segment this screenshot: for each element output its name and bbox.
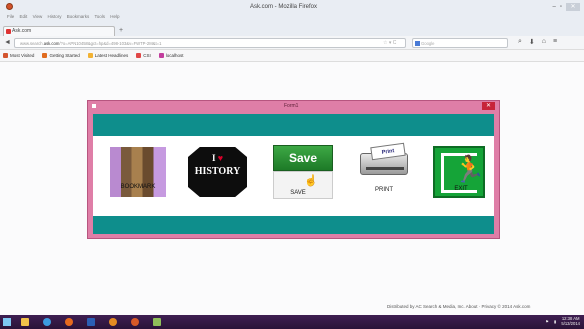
bookmark-button[interactable]: BOOKMARK: [110, 147, 166, 197]
toolbar-icons: ⌕ ⬇ ⌂ ≡: [518, 38, 557, 46]
bookmark-getting-started[interactable]: Getting Started: [42, 53, 80, 58]
tab-ask[interactable]: Ask.com: [3, 26, 115, 36]
windows-logo-icon: [3, 318, 11, 326]
bookmark-label: Getting Started: [49, 53, 80, 58]
teal-band-top: [93, 114, 494, 136]
flag-icon[interactable]: ⚑: [545, 319, 549, 324]
taskbar-firefox[interactable]: [58, 315, 80, 329]
exit-button[interactable]: 🏃 EXIT: [433, 146, 485, 198]
menu-bookmarks[interactable]: Bookmarks: [67, 14, 90, 19]
print-button-label: PRINT: [375, 187, 393, 193]
printer-slot: [366, 167, 404, 170]
new-tab-icon[interactable]: +: [117, 27, 125, 35]
word-icon: [87, 318, 95, 326]
menu-view[interactable]: View: [33, 14, 43, 19]
network-icon[interactable]: ▮: [554, 319, 556, 324]
history-i-text: I: [211, 153, 216, 163]
taskbar-firefox-2[interactable]: [124, 315, 146, 329]
window-title: Ask.com - Mozilla Firefox: [250, 4, 318, 10]
bookmark-label: CSI: [143, 53, 151, 58]
heart-icon: ♥: [217, 153, 224, 163]
bookmark-icon: [136, 53, 142, 58]
history-word: HISTORY: [194, 166, 241, 177]
firefox-icon: [131, 318, 139, 326]
minimize-icon[interactable]: –: [553, 4, 556, 10]
save-button[interactable]: Save ☝ SAVE: [273, 145, 333, 199]
menu-bar: File Edit View History Bookmarks Tools H…: [7, 14, 124, 19]
tab-strip: Ask.com +: [0, 22, 584, 36]
system-tray: ⚑ ▮ 12:38 AM 5/13/2014: [545, 316, 580, 326]
history-button[interactable]: I ♥ HISTORY: [188, 147, 247, 197]
menu-tools[interactable]: Tools: [94, 14, 105, 19]
clock-date: 5/13/2014: [561, 321, 580, 326]
teal-band-bottom: [93, 216, 494, 234]
home-icon[interactable]: ⌂: [542, 38, 546, 46]
menu-history[interactable]: History: [48, 14, 62, 19]
taskbar-ie[interactable]: [36, 315, 58, 329]
start-button[interactable]: [0, 315, 14, 329]
url-field[interactable]: www.search.ask.com/?o=APN10458&gct=hp&d=…: [14, 38, 406, 48]
save-button-label: SAVE: [290, 190, 306, 196]
form-icon: [92, 104, 96, 108]
folder-icon: [21, 318, 29, 326]
taskbar-app[interactable]: [146, 315, 168, 329]
close-window-icon[interactable]: ✕: [566, 3, 580, 11]
bookmark-icon: [158, 53, 164, 58]
bookmark-icon: [3, 53, 8, 58]
taskbar: ⚑ ▮ 12:38 AM 5/13/2014: [0, 315, 584, 329]
bookmark-label: localhost: [165, 53, 184, 58]
navigation-bar: ◄ www.search.ask.com/?o=APN10458&gct=hp&…: [0, 36, 584, 50]
search-field[interactable]: Google: [412, 38, 508, 48]
hand-cursor-icon: ☝: [304, 175, 318, 187]
taskbar-explorer[interactable]: [14, 315, 36, 329]
taskbar-word[interactable]: [80, 315, 102, 329]
reload-icon[interactable]: ☆ ▾ C: [383, 40, 396, 46]
firefox-icon: [65, 318, 73, 326]
history-i-love: I ♥: [188, 153, 247, 163]
clock[interactable]: 12:38 AM 5/13/2014: [561, 316, 580, 326]
dialog-caption: Form1: [284, 103, 299, 109]
media-icon: [109, 318, 117, 326]
menu-help[interactable]: Help: [110, 14, 119, 19]
back-arrow-icon[interactable]: ◄: [4, 39, 11, 46]
exit-button-label: EXIT: [454, 186, 468, 192]
window-controls: – ▫ ✕: [553, 3, 580, 11]
url-domain: ask.com: [43, 41, 60, 46]
bookmark-csi[interactable]: CSI: [136, 53, 151, 58]
save-face: Save: [273, 145, 333, 171]
menu-file[interactable]: File: [7, 14, 14, 19]
running-man-icon: 🏃: [453, 154, 486, 184]
bookmark-latest-headlines[interactable]: Latest Headlines: [87, 53, 129, 58]
bookmark-button-label: BOOKMARK: [120, 184, 156, 190]
button-panel: BOOKMARK I ♥ HISTORY Save ☝ SAVE Print P…: [93, 136, 494, 216]
taskbar-media[interactable]: [102, 315, 124, 329]
download-icon[interactable]: ⬇: [529, 38, 535, 46]
firefox-logo-icon[interactable]: [6, 3, 13, 10]
ask-favicon-icon: [6, 29, 11, 34]
dialog-title-bar[interactable]: Form1 ✕: [88, 101, 499, 111]
form1-dialog: Form1 ✕ BOOKMARK I ♥ HISTORY Save ☝ SAVE…: [87, 100, 500, 239]
bookmark-most-visited[interactable]: Most Visited: [3, 53, 34, 58]
rss-icon: [87, 53, 93, 58]
search-placeholder: Google: [421, 41, 435, 46]
url-rest: /?o=APN10458&gct=hp&d=498-103&v=FWTP-2M&…: [59, 41, 162, 46]
app-icon: [153, 318, 161, 326]
bookmark-localhost[interactable]: localhost: [158, 53, 184, 58]
ie-icon: [43, 318, 51, 326]
url-prefix: www.search.: [20, 41, 44, 46]
bookmarks-bar: Most Visited Getting Started Latest Head…: [0, 50, 584, 62]
page-footer: Distributed by AC Search & Media, Inc. A…: [387, 304, 531, 309]
bookmark-label: Most Visited: [10, 53, 35, 58]
menu-edit[interactable]: Edit: [20, 14, 28, 19]
bookmark-label: Latest Headlines: [94, 53, 129, 58]
window-title-bar: File Edit View History Bookmarks Tools H…: [0, 0, 584, 22]
maximize-icon[interactable]: ▫: [560, 4, 562, 10]
dialog-close-button[interactable]: ✕: [482, 102, 495, 110]
menu-icon[interactable]: ≡: [553, 38, 557, 46]
search-icon[interactable]: ⌕: [518, 38, 522, 46]
print-button[interactable]: Print PRINT: [356, 142, 412, 199]
bookmark-icon: [42, 53, 48, 58]
tab-label: Ask.com: [12, 28, 32, 34]
google-engine-icon[interactable]: [415, 41, 420, 46]
